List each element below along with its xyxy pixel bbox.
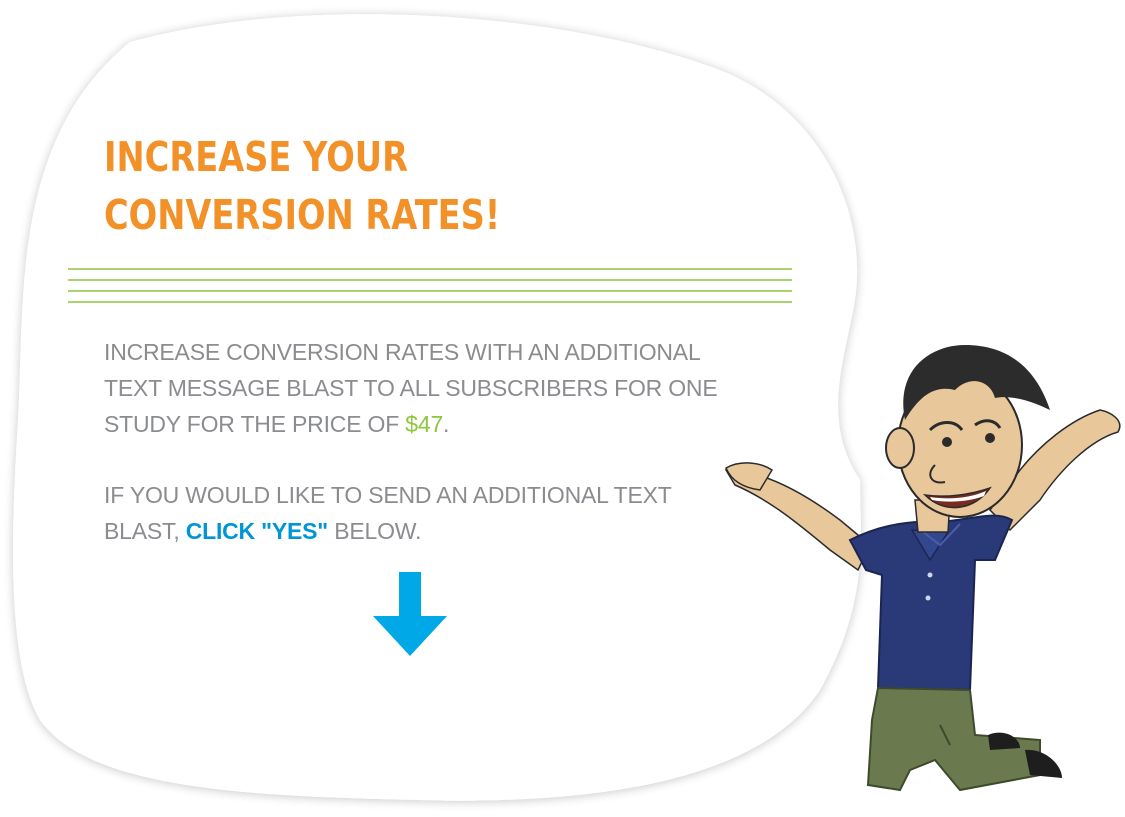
rule-line: [68, 268, 792, 270]
rule-line: [68, 279, 792, 281]
headline: INCREASE YOUR CONVERSION RATES!: [104, 128, 596, 244]
cta-instruction: IF YOU WOULD LIKE TO SEND AN ADDITIONAL …: [104, 477, 744, 549]
rule-line: [68, 301, 792, 303]
headline-line-2: CONVERSION RATES!: [104, 191, 501, 239]
headline-line-1: INCREASE YOUR: [104, 133, 409, 181]
cta-highlight: CLICK "YES": [185, 518, 328, 544]
rule-line: [68, 290, 792, 292]
price-value: $47: [405, 411, 444, 437]
decorative-rules: [68, 268, 792, 304]
cheering-man-illustration: [724, 345, 1121, 792]
offer-description: INCREASE CONVERSION RATES WITH AN ADDITI…: [104, 334, 744, 442]
down-arrow-icon[interactable]: [371, 572, 449, 658]
offer-text-end: .: [443, 411, 450, 437]
upsell-panel: INCREASE YOUR CONVERSION RATES! INCREASE…: [0, 0, 1125, 817]
cta-text-end: BELOW.: [328, 518, 422, 544]
